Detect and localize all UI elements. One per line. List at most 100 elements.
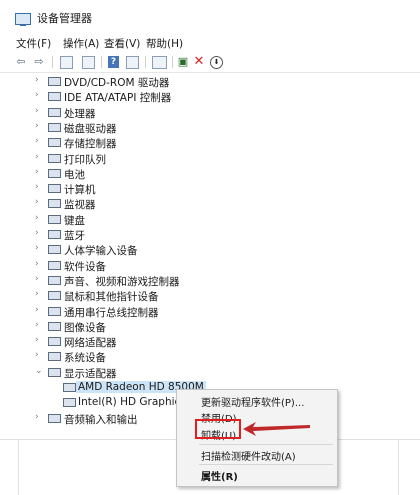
device-category-icon (48, 352, 61, 362)
update-driver-icon[interactable]: ▣ (176, 55, 190, 68)
toolbar-separator (101, 56, 102, 68)
tree-category-label: 音频输入和输出 (64, 413, 138, 426)
tree-category-label: 鼠标和其他指针设备 (64, 291, 159, 304)
tree-device-label: Intel(R) HD Graphics (78, 396, 186, 409)
tree-category[interactable]: › 声音、视频和游戏控制器 (0, 273, 420, 288)
context-separator (199, 464, 333, 465)
chevron-right-icon[interactable]: › (35, 350, 39, 360)
device-category-icon (48, 321, 61, 331)
device-icon[interactable] (126, 56, 139, 69)
tree-category[interactable]: › 系统设备 (0, 349, 420, 364)
menu-view[interactable]: 查看(V) (104, 36, 140, 51)
properties-icon[interactable] (60, 56, 73, 69)
chevron-right-icon[interactable]: › (35, 90, 39, 100)
annotation-arrow-icon (243, 422, 310, 436)
device-category-icon (48, 138, 61, 148)
device-category-icon (48, 153, 61, 163)
forward-arrow-icon[interactable]: ⇨ (32, 55, 46, 68)
device-category-icon (48, 214, 61, 224)
tree-category-label: 系统设备 (64, 352, 106, 365)
tree-category-label: 显示适配器 (64, 367, 117, 380)
tree-category-label: 通用串行总线控制器 (64, 306, 159, 319)
tree-category-label: 软件设备 (64, 260, 106, 273)
toolbar-separator (172, 56, 173, 68)
chevron-right-icon[interactable]: › (35, 320, 39, 330)
tree-category[interactable]: › DVD/CD-ROM 驱动器 (0, 74, 420, 89)
help-icon[interactable]: ? (108, 56, 119, 68)
toolbar: ⇦ ⇨ ? ▣ ✕ ⬇ (0, 52, 420, 73)
device-category-icon (48, 168, 61, 178)
context-separator (199, 444, 333, 445)
status-cell (0, 440, 19, 495)
tree-category[interactable]: › 通用串行总线控制器 (0, 304, 420, 319)
chevron-right-icon[interactable]: › (35, 228, 39, 238)
tree-category-label: 网络适配器 (64, 337, 117, 350)
tree-category[interactable]: › 存储控制器 (0, 135, 420, 150)
device-category-icon (48, 199, 61, 209)
chevron-right-icon[interactable]: › (35, 213, 39, 223)
chevron-right-icon[interactable]: › (35, 167, 39, 177)
chevron-right-icon[interactable]: › (35, 197, 39, 207)
tree-category[interactable]: › IDE ATA/ATAPI 控制器 (0, 89, 420, 104)
chevron-right-icon[interactable]: › (35, 136, 39, 146)
tree-category[interactable]: › 打印队列 (0, 151, 420, 166)
chevron-right-icon[interactable]: › (35, 335, 39, 345)
tree-category[interactable]: › 监视器 (0, 196, 420, 211)
context-update-driver[interactable]: 更新驱动程序软件(P)... (201, 394, 304, 409)
device-category-icon (48, 291, 61, 301)
audio-io-icon (48, 413, 61, 423)
tree-category-label: 存储控制器 (64, 138, 117, 151)
chevron-right-icon[interactable]: › (35, 243, 39, 253)
chevron-right-icon[interactable]: › (35, 182, 39, 192)
tree-category[interactable]: › 软件设备 (0, 258, 420, 273)
tree-category[interactable]: › 键盘 (0, 212, 420, 227)
menu-file[interactable]: 文件(F) (16, 36, 51, 51)
device-category-icon (48, 107, 61, 117)
tree-category-label: 人体学输入设备 (64, 245, 138, 258)
window-title: 设备管理器 (37, 12, 92, 25)
tree-category[interactable]: › 鼠标和其他指针设备 (0, 288, 420, 303)
tree-category[interactable]: › 电池 (0, 166, 420, 181)
display-adapter-icon (63, 383, 76, 392)
remove-icon[interactable]: ✕ (192, 55, 206, 68)
monitor-icon[interactable] (152, 56, 167, 69)
chevron-right-icon[interactable]: › (35, 412, 39, 422)
tree-category[interactable]: › 人体学输入设备 (0, 242, 420, 257)
tree-category[interactable]: › 蓝牙 (0, 227, 420, 242)
context-properties[interactable]: 属性(R) (201, 468, 238, 483)
download-icon[interactable]: ⬇ (210, 56, 223, 69)
device-category-icon (48, 306, 61, 316)
view-icon[interactable] (82, 56, 95, 69)
context-scan-hardware[interactable]: 扫描检测硬件改动(A) (201, 448, 296, 463)
chevron-down-icon[interactable]: ⌄ (35, 366, 43, 376)
tree-category-label: 图像设备 (64, 321, 106, 334)
tree-category[interactable]: › 网络适配器 (0, 334, 420, 349)
device-category-icon (48, 122, 61, 132)
device-category-icon (48, 77, 61, 86)
tree-category-label: 电池 (64, 168, 85, 181)
chevron-right-icon[interactable]: › (35, 121, 39, 131)
chevron-right-icon[interactable]: › (35, 289, 39, 299)
chevron-right-icon[interactable]: › (35, 106, 39, 116)
menu-action[interactable]: 操作(A) (63, 36, 99, 51)
tree-category-label: 计算机 (64, 184, 96, 197)
menu-help[interactable]: 帮助(H) (146, 36, 183, 51)
tree-category[interactable]: › 磁盘驱动器 (0, 120, 420, 135)
chevron-right-icon[interactable]: › (35, 75, 39, 85)
device-category-icon (48, 230, 61, 239)
highlight-box (195, 419, 241, 439)
chevron-right-icon[interactable]: › (35, 274, 39, 284)
tree-category[interactable]: › 计算机 (0, 181, 420, 196)
tree-category-label: 磁盘驱动器 (64, 122, 117, 135)
back-arrow-icon[interactable]: ⇦ (14, 55, 28, 68)
chevron-right-icon[interactable]: › (35, 259, 39, 269)
tree-category[interactable]: › 处理器 (0, 105, 420, 120)
tree-category-label: 打印队列 (64, 153, 106, 166)
tree-category-label: 处理器 (64, 107, 96, 120)
tree-category-label: 键盘 (64, 214, 85, 227)
toolbar-separator (145, 56, 146, 68)
tree-category[interactable]: › 图像设备 (0, 319, 420, 334)
tree-category[interactable]: ⌄ 显示适配器 (0, 365, 420, 380)
chevron-right-icon[interactable]: › (35, 152, 39, 162)
chevron-right-icon[interactable]: › (35, 305, 39, 315)
